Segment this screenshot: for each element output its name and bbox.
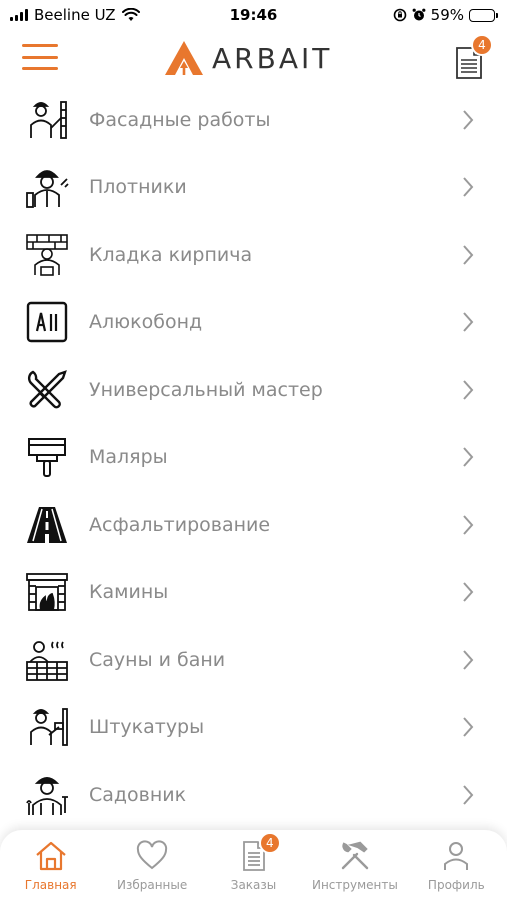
tab-favorites[interactable]: Избранные (101, 830, 202, 900)
tab-label: Инструменты (311, 878, 398, 892)
chevron-right-icon (463, 650, 474, 670)
tab-profile[interactable]: Профиль (406, 830, 507, 900)
app-header: ARBAIT 4 (0, 32, 507, 88)
category-item-plasterers[interactable]: Штукатуры (0, 694, 507, 762)
tab-label: Профиль (427, 878, 485, 892)
person-icon (444, 842, 469, 870)
fireplace-icon (24, 569, 70, 615)
category-label: Кладка кирпича (89, 243, 253, 266)
category-label: Алюкобонд (89, 311, 203, 334)
menu-hamburger-icon[interactable] (22, 44, 58, 70)
category-item-facade[interactable]: Фасадные работы (0, 86, 507, 154)
chevron-right-icon (463, 717, 474, 737)
category-label: Асфальтирование (89, 513, 271, 536)
category-label: Сауны и бани (89, 648, 226, 671)
category-label: Универсальный мастер (89, 378, 323, 401)
category-item-brickwork[interactable]: Кладка кирпича (0, 221, 507, 289)
tab-orders[interactable]: 4 Заказы (203, 830, 304, 900)
orders-header-button[interactable]: 4 (455, 34, 493, 79)
alarm-icon (412, 8, 426, 21)
facade-worker-icon (24, 97, 70, 143)
status-bar: Beeline UZ 19:46 59% (0, 0, 507, 32)
category-label: Садовник (89, 783, 187, 806)
chevron-right-icon (463, 380, 474, 400)
category-label: Камины (89, 581, 169, 604)
tab-tools[interactable]: Инструменты (304, 830, 405, 900)
road-icon (24, 502, 70, 548)
category-list: Фасадные работы Плотники Кладка кирпича (0, 86, 507, 829)
category-item-asphalt[interactable]: Асфальтирование (0, 491, 507, 559)
orientation-lock-icon (393, 8, 406, 22)
chevron-right-icon (463, 785, 474, 805)
orders-badge: 4 (471, 34, 493, 56)
battery-icon (469, 8, 498, 22)
tab-home[interactable]: Главная (0, 830, 101, 900)
chevron-right-icon (463, 515, 474, 535)
tab-label: Заказы (230, 878, 277, 892)
category-item-universal-master[interactable]: Универсальный мастер (0, 356, 507, 424)
tab-label: Избранные (116, 878, 188, 892)
chevron-right-icon (463, 110, 474, 130)
app-logo: ARBAIT (164, 40, 332, 76)
battery-percent: 59% (430, 6, 464, 24)
category-label: Фасадные работы (89, 108, 271, 131)
category-item-saunas[interactable]: Сауны и бани (0, 626, 507, 694)
category-label: Плотники (89, 176, 187, 199)
category-item-fireplaces[interactable]: Камины (0, 559, 507, 627)
tools-icon (341, 841, 369, 870)
category-item-carpenters[interactable]: Плотники (0, 154, 507, 222)
category-item-painters[interactable]: Маляры (0, 424, 507, 492)
chevron-right-icon (463, 177, 474, 197)
chevron-right-icon (463, 447, 474, 467)
status-right: 59% (393, 6, 498, 24)
bottom-tab-bar: Главная Избранные 4 Заказы Инструменты П… (0, 830, 507, 900)
home-icon (35, 841, 66, 871)
tab-label: Главная (24, 878, 77, 892)
category-item-gardener[interactable]: Садовник (0, 761, 507, 829)
orders-tab-badge: 4 (258, 832, 281, 854)
plasterer-icon (24, 704, 70, 750)
carpenter-icon (24, 164, 70, 210)
sauna-icon (24, 637, 70, 683)
bricklayer-icon (24, 232, 70, 278)
logo-text: ARBAIT (212, 41, 333, 75)
chevron-right-icon (463, 312, 474, 332)
category-label: Маляры (89, 446, 168, 469)
paint-brush-icon (24, 434, 70, 480)
heart-icon (136, 840, 168, 870)
gardener-icon (24, 772, 70, 818)
chevron-right-icon (463, 245, 474, 265)
category-label: Штукатуры (89, 716, 205, 739)
chevron-right-icon (463, 582, 474, 602)
alucobond-icon (24, 299, 70, 345)
category-item-alucobond[interactable]: Алюкобонд (0, 289, 507, 357)
logo-mark-icon (165, 41, 203, 75)
wrench-screwdriver-icon (24, 367, 70, 413)
